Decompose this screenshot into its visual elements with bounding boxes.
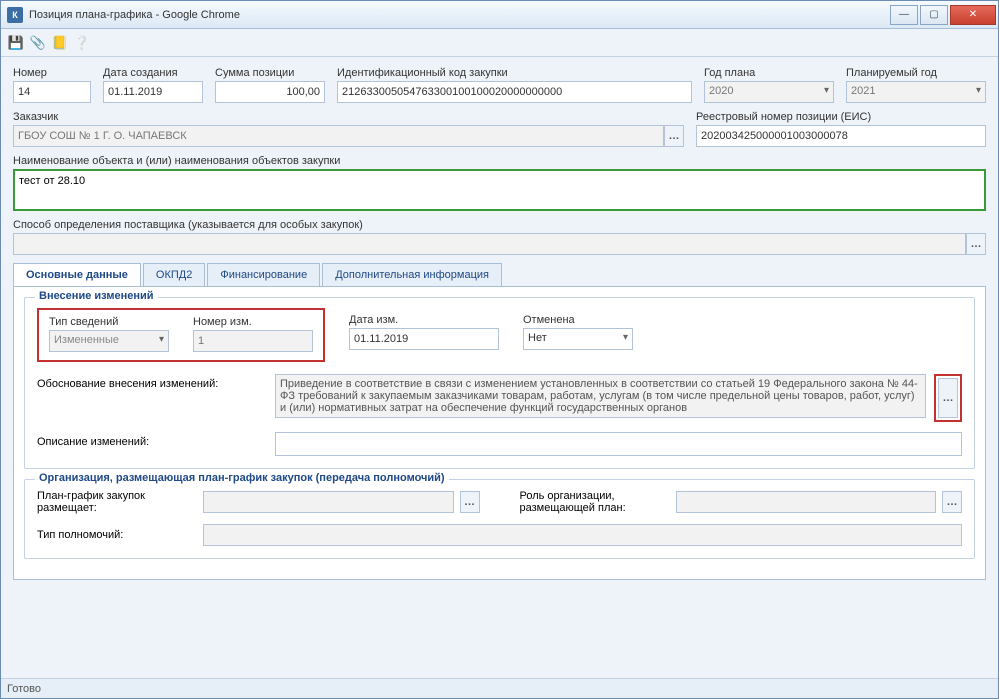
customer-lookup-button[interactable]: … — [664, 125, 684, 147]
ikz-label: Идентификационный код закупки — [337, 67, 692, 79]
reg-num-label: Реестровый номер позиции (ЕИС) — [696, 111, 986, 123]
close-button[interactable]: ✕ — [950, 5, 996, 25]
titlebar: К Позиция плана-графика - Google Chrome … — [1, 1, 998, 29]
change-num-label: Номер изм. — [193, 316, 313, 328]
customer-input[interactable] — [13, 125, 664, 147]
tab-main[interactable]: Основные данные — [13, 263, 141, 286]
date-created-label: Дата создания — [103, 67, 203, 79]
maximize-button[interactable]: ▢ — [920, 5, 948, 25]
number-input[interactable] — [13, 81, 91, 103]
sum-input[interactable] — [215, 81, 325, 103]
log-icon[interactable]: 📒 — [51, 34, 69, 52]
attach-icon[interactable]: 📎 — [29, 34, 47, 52]
change-date-input[interactable] — [349, 328, 499, 350]
method-lookup-button[interactable]: … — [966, 233, 986, 255]
reg-num-input[interactable] — [696, 125, 986, 147]
status-bar: Готово — [1, 678, 998, 698]
plan-label: План-график закупок размещает: — [37, 490, 197, 514]
method-input[interactable] — [13, 233, 966, 255]
org-fieldset: Организация, размещающая план-график зак… — [24, 479, 975, 559]
year-target-label: Планируемый год — [846, 67, 986, 79]
year-plan-label: Год плана — [704, 67, 834, 79]
content-area: Номер Дата создания Сумма позиции Иденти… — [1, 57, 998, 678]
desc-label: Описание изменений: — [37, 432, 267, 448]
method-label: Способ определения поставщика (указывает… — [13, 219, 986, 231]
change-type-label: Тип сведений — [49, 316, 169, 328]
changes-legend: Внесение изменений — [35, 290, 158, 302]
tab-okpd[interactable]: ОКПД2 — [143, 263, 205, 286]
tab-extra[interactable]: Дополнительная информация — [322, 263, 502, 286]
number-label: Номер — [13, 67, 91, 79]
role-lookup-button[interactable]: … — [942, 491, 962, 513]
help-icon[interactable]: ❔ — [73, 34, 91, 52]
change-date-label: Дата изм. — [349, 314, 499, 326]
sum-label: Сумма позиции — [215, 67, 325, 79]
authority-type-input[interactable] — [203, 524, 962, 546]
ikz-input[interactable] — [337, 81, 692, 103]
window-title: Позиция плана-графика - Google Chrome — [29, 9, 240, 21]
minimize-button[interactable]: — — [890, 5, 918, 25]
object-textarea[interactable]: тест от 28.10 — [13, 169, 986, 211]
cancel-label: Отменена — [523, 314, 633, 326]
reason-textarea[interactable]: Приведение в соответствие в связи с изме… — [275, 374, 926, 418]
year-plan-combo[interactable]: 2020 — [704, 81, 834, 103]
plan-input[interactable] — [203, 491, 454, 513]
object-label: Наименование объекта и (или) наименовани… — [13, 155, 986, 167]
changes-fieldset: Внесение изменений Тип сведений Измененн… — [24, 297, 975, 469]
desc-textarea[interactable] — [275, 432, 962, 456]
role-input[interactable] — [676, 491, 937, 513]
customer-label: Заказчик — [13, 111, 684, 123]
change-type-combo[interactable]: Измененные — [49, 330, 169, 352]
save-icon[interactable]: 💾 — [7, 34, 25, 52]
main-panel: Внесение изменений Тип сведений Измененн… — [13, 287, 986, 580]
authority-type-label: Тип полномочий: — [37, 529, 197, 541]
plan-lookup-button[interactable]: … — [460, 491, 480, 513]
date-created-input[interactable] — [103, 81, 203, 103]
app-icon: К — [7, 7, 23, 23]
reason-label: Обоснование внесения изменений: — [37, 374, 267, 390]
year-target-combo[interactable]: 2021 — [846, 81, 986, 103]
status-text: Готово — [7, 683, 41, 695]
role-label: Роль организации, размещающей план: — [520, 490, 670, 514]
window-controls: — ▢ ✕ — [890, 5, 998, 25]
tabs: Основные данные ОКПД2 Финансирование Доп… — [13, 263, 986, 287]
change-num-input[interactable] — [193, 330, 313, 352]
cancel-combo[interactable]: Нет — [523, 328, 633, 350]
app-window: К Позиция плана-графика - Google Chrome … — [0, 0, 999, 699]
reason-lookup-button[interactable]: … — [938, 378, 958, 418]
org-legend: Организация, размещающая план-график зак… — [35, 472, 449, 484]
tab-fin[interactable]: Финансирование — [207, 263, 320, 286]
toolbar: 💾 📎 📒 ❔ — [1, 29, 998, 57]
